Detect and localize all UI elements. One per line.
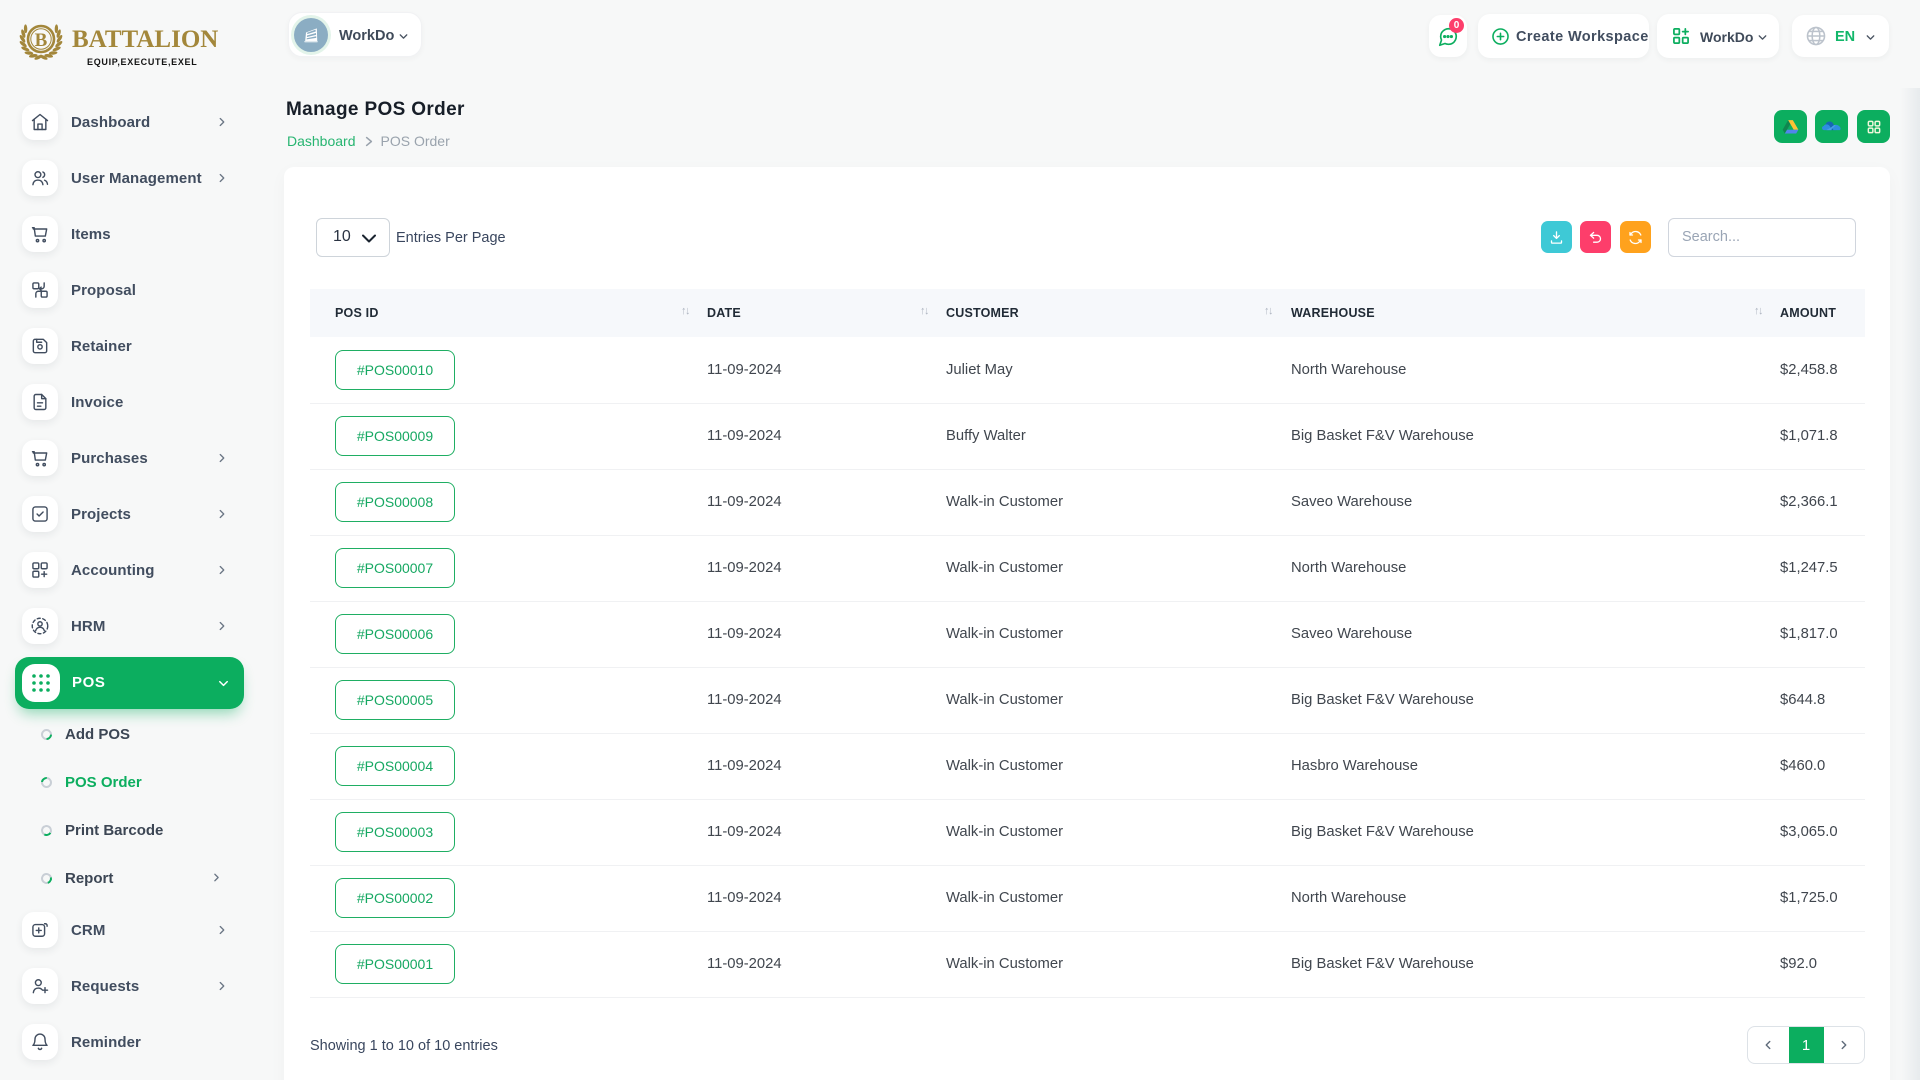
svg-text:B: B: [35, 30, 48, 51]
